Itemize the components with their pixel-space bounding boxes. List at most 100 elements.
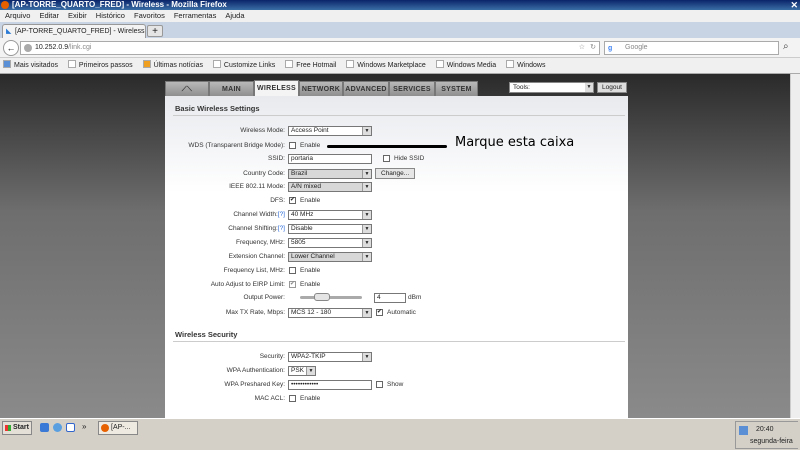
window-title: [AP-TORRE_QUARTO_FRED] - Wireless - Mozi… xyxy=(12,0,227,9)
bookmark-customize-links[interactable]: Customize Links xyxy=(212,60,275,69)
search-input[interactable]: g Google xyxy=(604,41,779,55)
hide-ssid-checkbox[interactable] xyxy=(383,155,390,162)
menu-exibir[interactable]: Exibir xyxy=(68,11,87,20)
router-tabs: ⟋⟍ MAIN WIRELESS NETWORK ADVANCED SERVIC… xyxy=(165,80,628,96)
label-text: Channel Width: xyxy=(233,211,278,218)
tab-wireless[interactable]: WIRELESS xyxy=(254,80,299,96)
bookmark-free-hotmail[interactable]: Free Hotmail xyxy=(285,60,336,69)
bookmark-label: Windows xyxy=(517,62,546,69)
hide-ssid-label: Hide SSID xyxy=(394,155,425,162)
browser-tab[interactable]: ◣ [AP-TORRE_QUARTO_FRED] - Wireless xyxy=(2,24,146,38)
label-wds: WDS (Transparent Bridge Mode): xyxy=(188,142,285,149)
bookmark-label: Windows Media xyxy=(446,62,497,69)
output-power-unit: dBm xyxy=(408,294,422,301)
dfs-enable-label: Enable xyxy=(300,197,321,204)
menu-favoritos[interactable]: Favoritos xyxy=(134,11,165,20)
globe-icon xyxy=(24,44,32,52)
change-country-button[interactable]: Change... xyxy=(375,168,416,179)
internet-explorer-icon[interactable] xyxy=(53,423,62,432)
menu-ajuda[interactable]: Ajuda xyxy=(225,11,244,20)
wds-checkbox[interactable] xyxy=(289,142,296,149)
output-power-slider-track[interactable] xyxy=(300,296,362,299)
more-quicklaunch-icon[interactable]: » xyxy=(82,422,91,431)
bookmark-windows-marketplace[interactable]: Windows Marketplace xyxy=(346,60,426,69)
tab-network[interactable]: NETWORK xyxy=(299,81,343,96)
label-mac-acl: MAC ACL: xyxy=(254,395,285,402)
wireless-mode-select[interactable]: Access Point xyxy=(288,126,372,136)
wds-enable-label: Enable xyxy=(300,142,321,149)
bookmark-windows[interactable]: Windows xyxy=(506,60,546,69)
bookmark-mais-visitados[interactable]: Mais visitados xyxy=(3,60,58,69)
label-wpa-preshared-key: WPA Preshared Key: xyxy=(224,381,285,388)
label-extension-channel: Extension Channel: xyxy=(228,253,285,260)
show-key-checkbox[interactable] xyxy=(376,381,383,388)
label-wireless-mode: Wireless Mode: xyxy=(240,127,285,134)
wpa-preshared-key-input[interactable]: •••••••••••• xyxy=(288,380,372,390)
output-power-input[interactable]: 4 xyxy=(374,293,406,303)
label-max-tx-rate: Max TX Rate, Mbps: xyxy=(225,309,285,316)
show-desktop-icon[interactable] xyxy=(40,423,49,432)
bookmark-label: Windows Marketplace xyxy=(357,62,426,69)
tab-advanced[interactable]: ADVANCED xyxy=(343,81,389,96)
channel-width-select[interactable]: 40 MHz xyxy=(288,210,372,220)
tab-services[interactable]: SERVICES xyxy=(389,81,435,96)
url-host: 10.252.0.9 xyxy=(35,44,69,51)
menu-ferramentas[interactable]: Ferramentas xyxy=(174,11,217,20)
logout-button[interactable]: Logout xyxy=(597,82,627,93)
tab-system[interactable]: SYSTEM xyxy=(435,81,478,96)
search-icon[interactable]: ⌕ xyxy=(783,41,789,52)
ubnt-logo-tab[interactable]: ⟋⟍ xyxy=(165,81,209,96)
menu-editar[interactable]: Editar xyxy=(39,11,59,20)
close-window-button[interactable]: ✕ xyxy=(790,0,798,10)
label-text: Channel Shifting: xyxy=(228,225,278,232)
menu-historico[interactable]: Histórico xyxy=(96,11,125,20)
label-channel-shifting: Channel Shifting:[?] xyxy=(165,224,285,234)
label-ieee-mode: IEEE 802.11 Mode: xyxy=(229,183,285,190)
divider xyxy=(173,115,625,116)
label-frequency-list: Frequency List, MHz: xyxy=(223,267,285,274)
output-power-slider-thumb[interactable] xyxy=(313,293,330,301)
back-button[interactable]: ← xyxy=(3,40,19,56)
start-button[interactable]: Start xyxy=(2,421,32,435)
bookmark-windows-media[interactable]: Windows Media xyxy=(435,60,497,69)
frequency-select[interactable]: 5805 xyxy=(288,238,372,248)
tab-main[interactable]: MAIN xyxy=(209,81,254,96)
help-link[interactable]: [?] xyxy=(278,211,285,218)
country-code-select[interactable]: Brazil xyxy=(288,169,372,179)
ssid-input[interactable]: portaria xyxy=(288,154,372,164)
ieee-mode-select[interactable]: A/N mixed xyxy=(288,182,372,192)
extension-channel-select[interactable]: Lower Channel xyxy=(288,252,372,262)
taskbar-firefox-button[interactable]: [AP-... xyxy=(98,421,138,435)
label-dfs: DFS: xyxy=(270,197,285,204)
help-link[interactable]: [?] xyxy=(278,225,285,232)
label-frequency: Frequency, MHz: xyxy=(235,239,285,246)
auto-eirp-checkbox[interactable]: ✔ xyxy=(289,281,296,288)
network-icon xyxy=(739,426,748,435)
router-panel: ⟋⟍ MAIN WIRELESS NETWORK ADVANCED SERVIC… xyxy=(165,80,628,418)
frequency-list-checkbox[interactable] xyxy=(289,267,296,274)
menu-arquivo[interactable]: Arquivo xyxy=(5,11,30,20)
reload-icon[interactable]: ↻ xyxy=(590,42,596,54)
bookmark-star-icon[interactable]: ☆ xyxy=(579,42,585,54)
bookmark-primeiros-passos[interactable]: Primeiros passos xyxy=(67,60,133,69)
search-placeholder: Google xyxy=(625,44,648,51)
tools-select[interactable]: Tools: ▼ xyxy=(509,82,594,93)
vpn-client-icon[interactable] xyxy=(66,423,75,432)
dfs-checkbox[interactable]: ✔ xyxy=(289,197,296,204)
channel-shifting-select[interactable]: Disable xyxy=(288,224,372,234)
security-select[interactable]: WPA2-TKIP xyxy=(288,352,372,362)
automatic-checkbox[interactable]: ✔ xyxy=(376,309,383,316)
automatic-label: Automatic xyxy=(387,309,416,316)
system-tray: 20:40 segunda-feira xyxy=(735,421,798,449)
page-scrollbar[interactable] xyxy=(790,74,800,418)
max-tx-rate-select[interactable]: MCS 12 - 180 xyxy=(288,308,372,318)
page-icon xyxy=(506,60,515,68)
mac-acl-checkbox[interactable] xyxy=(289,395,296,402)
new-tab-button[interactable]: + xyxy=(147,25,163,37)
google-icon: g xyxy=(608,45,613,52)
bookmark-ultimas-noticias[interactable]: Últimas notícias xyxy=(142,60,203,69)
address-bar[interactable]: 10.252.0.9/link.cgi ☆ ↻ xyxy=(20,41,600,55)
wpa-authentication-select[interactable]: PSK xyxy=(288,366,316,376)
label-country-code: Country Code: xyxy=(243,170,285,177)
clock-time[interactable]: 20:40 xyxy=(756,426,774,433)
